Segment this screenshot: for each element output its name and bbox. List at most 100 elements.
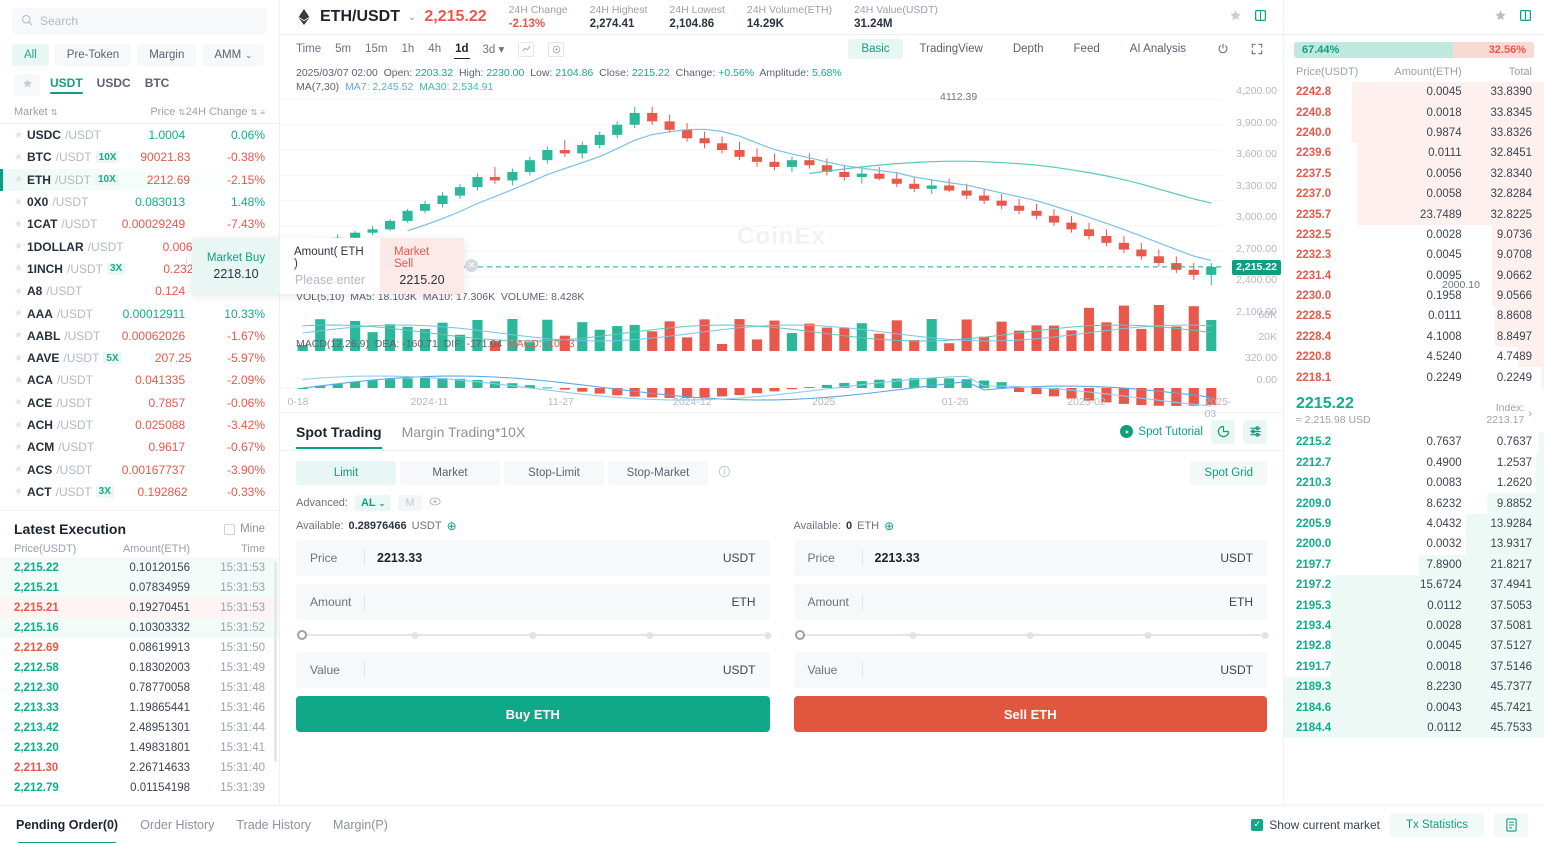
order-book-row[interactable]: 2230.0 0.1958 9.0566 (1284, 285, 1544, 307)
market-row-acs[interactable]: ★ ACS/USDT 0.00167737 -3.90% (0, 458, 279, 480)
market-list[interactable]: ★ USDC/USDT 1.0004 0.06% ★ BTC/USDT 10X 90021.8… (0, 124, 279, 510)
chart-view-basic[interactable]: Basic (848, 39, 903, 59)
order-book-row[interactable]: 2192.8 0.0045 37.5127 (1284, 636, 1544, 657)
slider-tick[interactable] (764, 631, 771, 639)
market-row-acm[interactable]: ★ ACM/USDT 0.9617 -0.67% (0, 436, 279, 458)
order-book-row[interactable]: 2228.5 0.0111 8.8608 (1284, 306, 1544, 327)
order-book-row[interactable]: 2191.7 0.0018 37.5146 (1284, 656, 1544, 677)
execution-scrollbar[interactable] (274, 562, 277, 762)
sell-price-input[interactable] (874, 551, 1221, 565)
deposit-plus-icon[interactable]: ⊕ (447, 519, 457, 533)
star-icon[interactable]: ★ (14, 486, 23, 497)
mine-filter[interactable]: Mine (224, 523, 265, 535)
search-box[interactable] (12, 8, 267, 34)
buy-value-field[interactable]: Value USDT (296, 652, 770, 688)
chart-view-depth[interactable]: Depth (1000, 39, 1057, 59)
star-icon[interactable]: ★ (14, 442, 23, 453)
star-icon[interactable]: ★ (14, 353, 23, 364)
bottom-tab-order-history[interactable]: Order History (140, 806, 214, 843)
market-row-aaa[interactable]: ★ AAA/USDT 0.00012911 10.33% (0, 302, 279, 324)
market-row-btc[interactable]: ★ BTC/USDT 10X 90021.83 -0.38% (0, 146, 279, 168)
buy-value-input[interactable] (377, 663, 723, 677)
favorite-star-icon[interactable] (1229, 9, 1242, 25)
star-icon[interactable]: ★ (14, 219, 23, 230)
timeframe-15m[interactable]: 15m (365, 43, 387, 55)
order-book-row[interactable]: 2193.4 0.0028 37.5081 (1284, 615, 1544, 637)
star-icon[interactable]: ★ (14, 308, 23, 319)
col-price[interactable]: Price ⇅ (109, 106, 185, 118)
popover-amount[interactable]: Amount( ETH ) Please enter (280, 238, 380, 294)
market-row-aave[interactable]: ★ AAVE/USDT 5X 207.25 -5.97% (0, 347, 279, 369)
star-icon[interactable]: ★ (14, 375, 23, 386)
slider-handle[interactable] (297, 630, 307, 640)
slider-handle[interactable] (794, 630, 805, 640)
order-book-row[interactable]: 2184.6 0.0043 45.7421 (1284, 697, 1544, 718)
order-book-row[interactable]: 2197.2 15.6724 37.4941 (1284, 574, 1544, 596)
order-book-row[interactable]: 2231.4 0.0095 9.0662 (1284, 265, 1544, 286)
order-book-row[interactable]: 2232.3 0.0045 9.0708 (1284, 245, 1544, 266)
star-icon[interactable]: ★ (14, 286, 23, 297)
timeframe-3d[interactable]: 3d ▾ (483, 42, 505, 56)
eye-icon[interactable] (428, 497, 441, 509)
slider-tick[interactable] (646, 631, 654, 639)
popover-market-buy[interactable]: Market Buy 2218.10 (192, 238, 280, 294)
buy-amount-input[interactable] (377, 595, 732, 609)
market-row-1cat[interactable]: ★ 1CAT/USDT 0.00029249 -7.43% (0, 213, 279, 235)
market-row-ach[interactable]: ★ ACH/USDT 0.025088 -3.42% (0, 414, 279, 436)
slider-tick[interactable] (1144, 631, 1152, 639)
order-history-icon[interactable] (1211, 419, 1235, 444)
order-book-row[interactable]: 2184.4 0.0112 45.7533 (1284, 717, 1544, 739)
star-icon[interactable]: ★ (14, 464, 23, 475)
quick-trade-popover[interactable]: ⋮ ⋮ Market Buy 2218.10 Amount( ETH ) Plea… (182, 238, 478, 294)
chart-type-icon[interactable] (518, 41, 535, 57)
chart-view-ai-analysis[interactable]: AI Analysis (1117, 39, 1199, 59)
execution-rows[interactable]: 2,215.22 0.10120156 15:31:53 2,215.21 0.0783… (0, 558, 279, 798)
order-book-row[interactable]: 2237.0 0.0058 32.8284 (1284, 183, 1544, 205)
show-current-market-toggle[interactable]: ✓ Show current market (1251, 818, 1380, 832)
buy-amount-slider[interactable] (297, 628, 771, 642)
quote-tab-usdc[interactable]: USDC (97, 76, 131, 94)
sell-value-input[interactable] (874, 663, 1221, 677)
star-icon[interactable]: ★ (14, 420, 23, 431)
popover-market-sell[interactable]: Market Sell 2215.20 (380, 238, 464, 294)
market-row-ace[interactable]: ★ ACE/USDT 0.7857 -0.06% (0, 392, 279, 414)
slider-tick[interactable] (529, 631, 537, 639)
chart-view-tradingview[interactable]: TradingView (907, 39, 996, 59)
order-type-stop-limit[interactable]: Stop-Limit (504, 461, 604, 485)
order-book-row[interactable]: 2239.6 0.0111 32.8451 (1284, 143, 1544, 164)
star-icon[interactable]: ★ (14, 152, 23, 163)
quote-tab-usdt[interactable]: USDT (50, 76, 83, 94)
form-tab-spot-trading[interactable]: Spot Trading (296, 414, 382, 449)
star-icon[interactable]: ★ (14, 130, 23, 141)
order-book-row[interactable]: 2235.7 23.7489 32.8225 (1284, 204, 1544, 225)
sell-amount-input[interactable] (874, 595, 1229, 609)
fullscreen-icon[interactable] (1247, 39, 1267, 59)
power-icon[interactable] (1213, 39, 1233, 59)
market-filter-pre-token[interactable]: Pre-Token (54, 44, 132, 66)
market-row-aca[interactable]: ★ ACA/USDT 0.041335 -2.09% (0, 369, 279, 391)
advanced-maker-toggle[interactable]: M (398, 495, 422, 511)
buy-submit-button[interactable]: Buy ETH (296, 696, 770, 732)
tx-statistics-button[interactable]: Tx Statistics (1390, 812, 1484, 837)
slider-tick[interactable] (1261, 631, 1269, 639)
order-book-row[interactable]: 2240.0 0.9874 33.8326 (1284, 122, 1544, 144)
market-filter-all[interactable]: All (12, 44, 49, 66)
star-icon[interactable]: ★ (14, 174, 23, 185)
book-layout-icon[interactable] (1519, 9, 1532, 25)
order-book-row[interactable]: 2189.3 8.2230 45.7377 (1284, 676, 1544, 698)
star-icon[interactable]: ★ (14, 330, 23, 341)
order-book-row[interactable]: 2200.0 0.0032 13.9317 (1284, 534, 1544, 555)
bottom-tab-margin-p-[interactable]: Margin(P) (333, 806, 388, 843)
market-filter-margin[interactable]: Margin (137, 44, 197, 66)
slider-tick[interactable] (909, 631, 917, 639)
sell-amount-slider[interactable] (794, 628, 1269, 642)
buy-price-input[interactable] (377, 551, 723, 565)
order-book-row[interactable]: 2215.2 0.7637 0.7637 (1284, 432, 1544, 453)
drag-handle-icon[interactable]: ⋮ ⋮ (182, 256, 191, 270)
slider-tick[interactable] (1026, 631, 1034, 639)
timeframe-1d[interactable]: 1d (454, 43, 470, 59)
quote-tab-btc[interactable]: BTC (145, 76, 170, 94)
order-settings-icon[interactable] (1243, 419, 1267, 444)
bottom-tab-pending-order-0-[interactable]: Pending Order(0) (16, 806, 118, 843)
ask-rows[interactable]: 2242.8 0.0045 33.8390 2240.8 0.0018 33.8345 22… (1284, 82, 1544, 388)
